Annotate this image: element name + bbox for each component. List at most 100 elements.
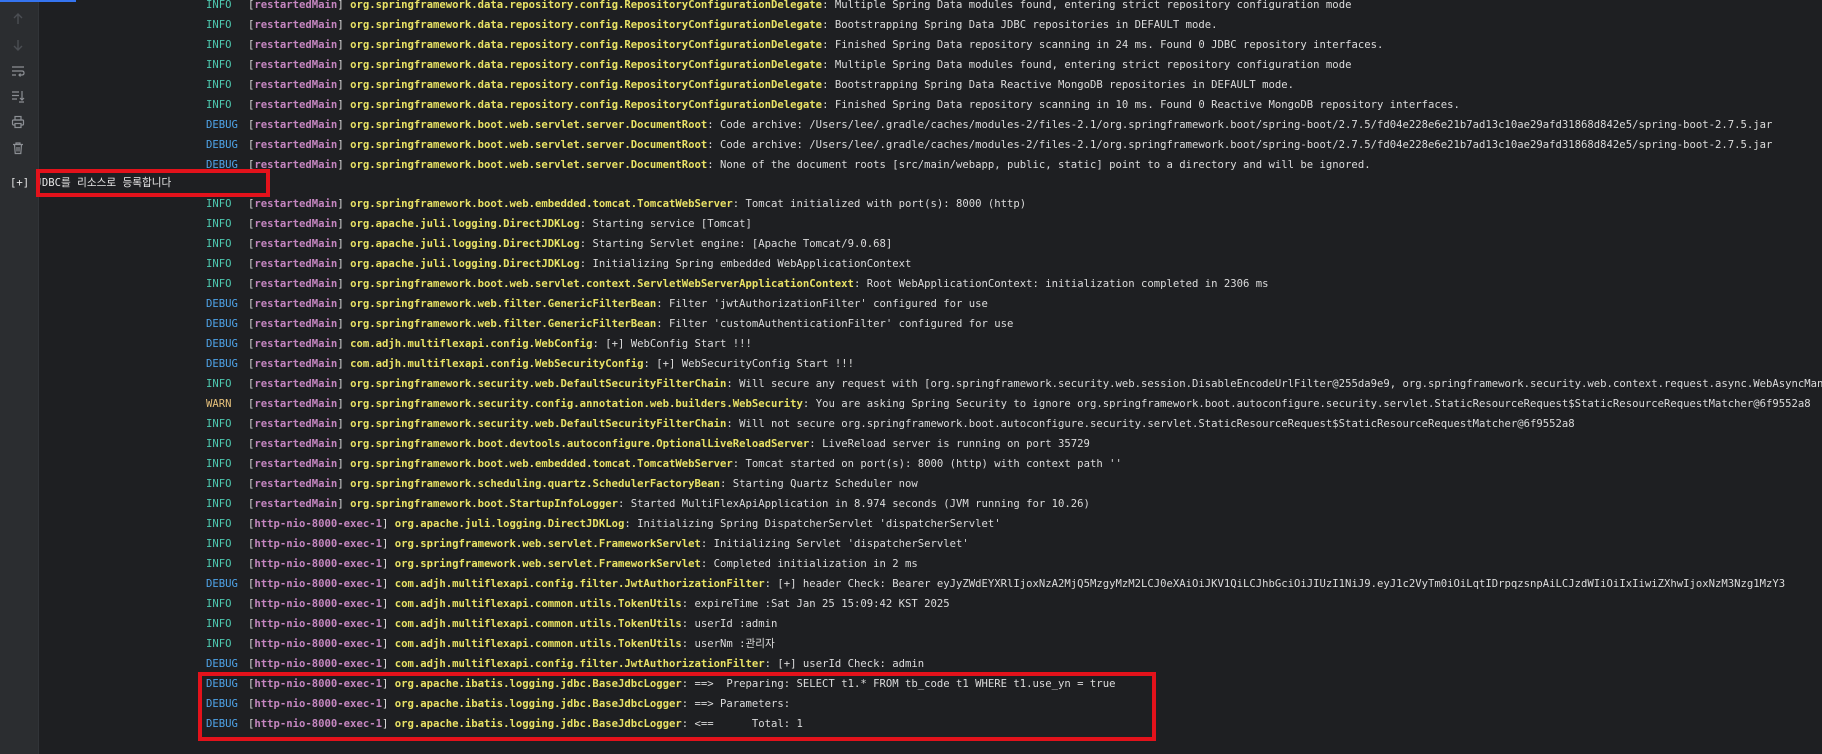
logger-separator: : [726,418,740,430]
log-message: Finished Spring Data repository scanning… [834,99,1460,111]
soft-wrap-icon[interactable] [9,62,27,80]
logger-separator: : [681,678,695,690]
log-thread: restartedMain [254,278,338,290]
log-message: Starting service [Tomcat] [592,218,752,230]
thread-bracket-close: ] [381,618,395,630]
log-message: Starting Quartz Scheduler now [732,478,918,490]
logger-separator: : [643,358,657,370]
logger-separator: : [700,538,714,550]
log-message: Initializing Spring DispatcherServlet 'd… [637,518,1001,530]
logger-separator: : [707,119,721,131]
log-line: INFO [restartedMain] org.apache.juli.logg… [206,254,911,274]
log-level: INFO [206,418,232,430]
thread-bracket-close: ] [337,39,351,51]
log-line: INFO [restartedMain] org.springframework.… [206,55,1351,75]
log-thread: restartedMain [254,39,338,51]
logger-separator: : [822,99,835,111]
log-line: DEBUG [http-nio-8000-exec-1] com.adjh.mul… [206,574,1785,594]
log-message: Will secure any request with [org.spring… [739,378,1822,390]
logger-separator: : [579,258,593,270]
logger-separator: : [681,698,695,710]
log-message: [+] WebConfig Start !!! [605,338,752,350]
log-message: [+] userId Check: admin [777,658,925,670]
log-thread: http-nio-8000-exec-1 [254,698,382,710]
log-thread: restartedMain [254,398,338,410]
print-icon[interactable] [9,113,27,131]
log-logger: org.springframework.scheduling.quartz.Sc… [350,478,721,490]
logger-separator: : [809,438,823,450]
log-level: DEBUG [206,578,238,590]
log-message: Finished Spring Data repository scanning… [834,39,1384,51]
log-message: Bootstrapping Spring Data Reactive Mongo… [834,79,1295,91]
log-thread: http-nio-8000-exec-1 [254,538,382,550]
log-logger: org.springframework.data.repository.conf… [350,0,823,11]
logger-separator: : [822,19,835,31]
log-message: Completed initialization in 2 ms [713,558,918,570]
thread-bracket-close: ] [337,418,351,430]
log-thread: restartedMain [254,79,338,91]
log-message: Tomcat started on port(s): 8000 (http) w… [745,458,1122,470]
log-logger: org.apache.ibatis.logging.jdbc.BaseJdbcL… [394,718,682,730]
log-message: userNm :관리자 [694,638,775,650]
console-output[interactable]: INFO [restartedMain] org.springframework.… [38,0,1822,754]
log-line: INFO [restartedMain] org.springframework.… [206,274,1269,294]
thread-bracket-close: ] [337,358,351,370]
log-level: INFO [206,438,232,450]
logger-separator: : [707,159,721,171]
log-line: DEBUG [http-nio-8000-exec-1] com.adjh.mul… [206,654,924,674]
log-logger: org.springframework.boot.web.servlet.con… [350,278,854,290]
log-level: INFO [206,498,232,510]
log-level: DEBUG [206,298,238,310]
log-thread: restartedMain [254,318,338,330]
logger-separator: : [681,638,695,650]
log-thread: restartedMain [254,119,338,131]
logger-separator: : [656,298,669,310]
thread-bracket-close: ] [337,458,351,470]
thread-bracket-close: ] [381,658,395,670]
log-message: ==> Parameters: [694,698,797,710]
log-logger: com.adjh.multiflexapi.common.utils.Token… [394,638,682,650]
log-level: INFO [206,258,232,270]
log-thread: restartedMain [254,358,338,370]
thread-bracket-close: ] [337,119,351,131]
log-line: INFO [restartedMain] org.springframework.… [206,75,1294,95]
log-message: Bootstrapping Spring Data JDBC repositor… [834,19,1218,31]
thread-bracket-close: ] [337,159,351,171]
thread-bracket-close: ] [381,578,395,590]
logger-separator: : [720,478,733,490]
log-level: INFO [206,0,232,11]
log-line: INFO [restartedMain] org.springframework.… [206,0,1351,15]
trash-icon[interactable] [9,139,27,157]
log-thread: restartedMain [254,0,338,11]
log-logger: org.apache.juli.logging.DirectJDKLog [350,258,580,270]
log-line: DEBUG [restartedMain] com.adjh.multiflexa… [206,354,854,374]
log-level: INFO [206,39,232,51]
log-message: Multiple Spring Data modules found, ente… [834,0,1352,11]
logger-separator: : [726,378,740,390]
scroll-to-end-icon[interactable] [9,87,27,105]
log-line: INFO [http-nio-8000-exec-1] com.adjh.mult… [206,594,950,614]
log-logger: org.springframework.boot.web.servlet.ser… [350,119,708,131]
log-thread: http-nio-8000-exec-1 [254,618,382,630]
log-logger: org.springframework.web.filter.GenericFi… [350,298,657,310]
log-logger: org.springframework.data.repository.conf… [350,19,823,31]
down-arrow-icon[interactable] [9,36,27,54]
log-thread: restartedMain [254,438,338,450]
log-level: INFO [206,218,232,230]
logger-separator: : [624,518,638,530]
log-line: DEBUG [restartedMain] org.springframework… [206,135,1772,155]
log-line: INFO [http-nio-8000-exec-1] org.springfra… [206,554,918,574]
logger-separator: : [822,39,835,51]
thread-bracket-close: ] [381,598,395,610]
log-level: INFO [206,518,232,530]
log-thread: http-nio-8000-exec-1 [254,558,382,570]
log-line: INFO [restartedMain] org.springframework.… [206,434,1090,454]
log-thread: restartedMain [254,258,338,270]
log-level: DEBUG [206,658,238,670]
log-logger: org.springframework.data.repository.conf… [350,39,823,51]
thread-bracket-close: ] [337,19,351,31]
log-level: INFO [206,558,232,570]
logger-separator: : [617,498,631,510]
log-message: Initializing Spring embedded WebApplicat… [592,258,912,270]
up-arrow-icon[interactable] [9,10,27,28]
